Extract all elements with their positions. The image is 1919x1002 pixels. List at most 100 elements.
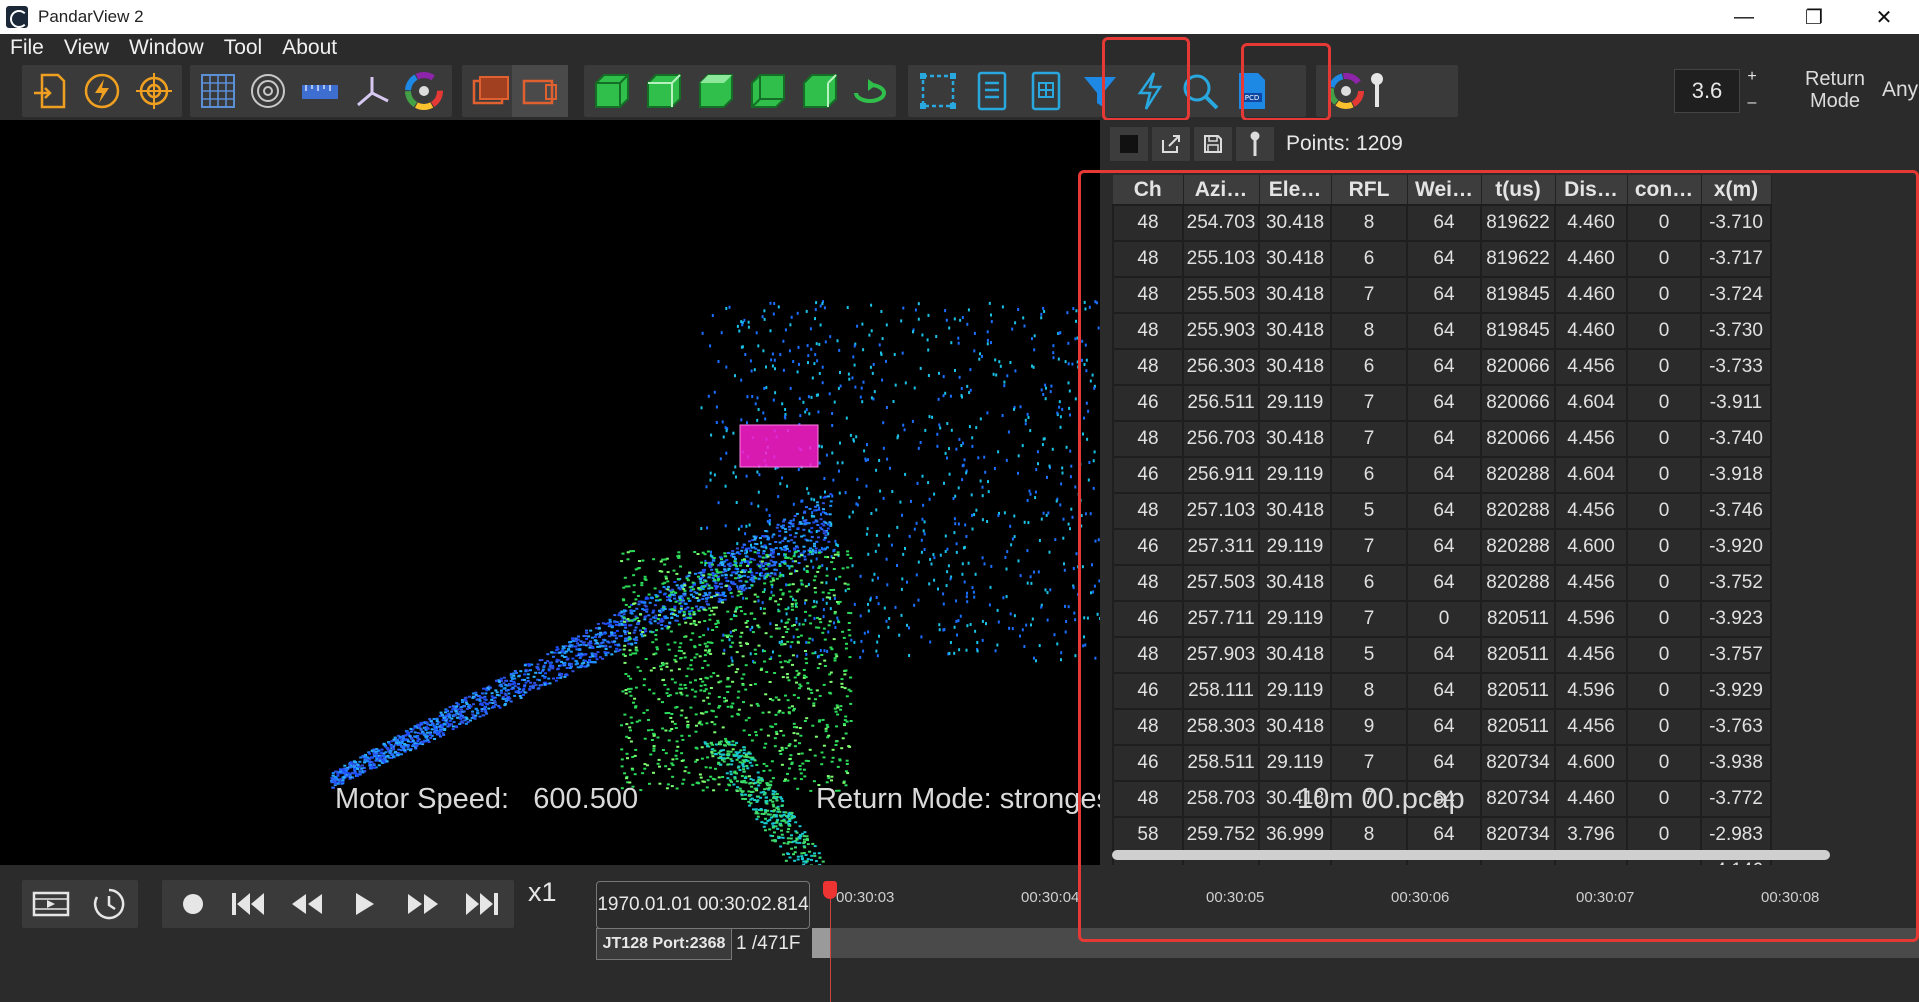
motor-speed-overlay: Motor Speed: 600.500 [335,783,638,816]
film-icon [32,891,70,917]
export-button[interactable] [1152,127,1190,161]
clock-button[interactable] [82,880,136,928]
export-icon [1162,135,1180,153]
rewind-icon [292,894,322,914]
tick-label: 00:30:03 [836,889,895,906]
points-count: Points: 1209 [1286,132,1403,155]
record-icon [183,894,203,914]
point-size-icon [1371,73,1383,107]
rotate-button[interactable] [842,65,898,117]
toolbar-group-view [190,65,452,117]
window-controls: — ❐ ✕ [1709,0,1919,34]
playhead-line [830,887,831,1002]
port-selector[interactable]: JT128 Port:2368 [596,928,732,960]
app-logo-icon [6,6,28,28]
motor-speed-label: Motor Speed: [335,783,510,815]
save-button[interactable] [1194,127,1232,161]
table-document-icon [1031,71,1061,111]
point-cloud-viewport[interactable]: Motor Speed: 600.500 Return Mode: strong… [0,120,1100,865]
frame-single-button[interactable] [512,65,568,117]
playhead-handle[interactable] [823,881,837,899]
target-button[interactable] [126,65,182,117]
frame-stack-button[interactable] [462,65,518,117]
play-button[interactable] [338,880,392,928]
rings-button[interactable] [240,65,296,117]
point-size-decrement[interactable]: – [1742,92,1762,114]
frame-counter: 1 /471F [736,933,801,954]
open-file-button[interactable] [24,65,80,117]
lightning-button[interactable] [74,65,130,117]
view-iso-button[interactable] [792,65,848,117]
return-mode-label: Return Mode [1800,68,1870,112]
color-wheel-button[interactable] [396,65,452,117]
toolbar-group-file [22,65,182,117]
view-front-button[interactable] [584,65,640,117]
title-bar: PandarView 2 — ❐ ✕ [0,0,1919,34]
fast-forward-icon [408,894,438,914]
open-file-icon [34,73,66,109]
toolbar-group-point [1316,65,1458,117]
cube-iso-icon [803,74,837,108]
app-window: PandarView 2 — ❐ ✕ File View Window Tool… [0,0,1919,1002]
menu-view[interactable]: View [54,34,119,62]
concentric-rings-icon [251,74,285,108]
menu-about[interactable]: About [272,34,347,62]
point-size-input[interactable]: 3.6 [1674,69,1740,113]
view-top-button[interactable] [688,65,744,117]
table-view-button[interactable] [1018,65,1074,117]
window-title: PandarView 2 [38,7,144,26]
fast-forward-button[interactable] [396,880,450,928]
record-button[interactable] [166,880,220,928]
pin-icon [1250,131,1260,156]
frame-single-icon [522,79,557,105]
skip-end-icon [466,893,498,915]
playback-speed[interactable]: x1 [528,877,557,908]
point-size-increment[interactable]: + [1742,66,1762,88]
skip-end-button[interactable] [454,880,508,928]
toolbar-group-camera [584,65,896,117]
close-button[interactable]: ✕ [1849,0,1919,34]
grid-icon [201,74,235,108]
clock-icon [93,888,125,920]
view-back-button[interactable] [740,65,796,117]
main-toolbar: PCD 3.6 + – Return Mode Any [0,37,1919,121]
pin-button[interactable] [1236,127,1274,161]
ruler-button[interactable] [292,65,348,117]
view-side-button[interactable] [636,65,692,117]
toolbar-group-frames [462,65,568,117]
menu-file[interactable]: File [0,34,54,62]
minimize-button[interactable]: — [1709,0,1779,34]
ruler-icon [302,85,338,99]
return-mode-select[interactable]: Any [1882,78,1918,102]
clear-selection-button[interactable] [1110,127,1148,161]
axes-button[interactable] [344,65,400,117]
menu-bar: File View Window Tool About [0,34,1919,62]
timestamp-display: 1970.01.01 00:30:02.814 [596,881,810,929]
point-list-button[interactable] [964,65,1020,117]
menu-tool[interactable]: Tool [214,34,273,62]
tick-label: 00:30:04 [1021,889,1080,906]
highlight-table-view [1241,43,1331,121]
film-button[interactable] [24,880,78,928]
point-size-icon-holder [1362,65,1392,117]
motor-speed-value: 600.500 [533,783,639,815]
highlight-select-region [1102,37,1190,121]
rewind-button[interactable] [280,880,334,928]
menu-window[interactable]: Window [119,34,214,62]
select-region-button[interactable] [910,65,966,117]
panel-toolbar: Points: 1209 [1110,126,1403,162]
skip-start-button[interactable] [222,880,276,928]
return-mode-label-line2: Mode [1809,90,1861,112]
save-icon [1204,135,1222,153]
target-icon [136,73,172,109]
grid-button[interactable] [190,65,246,117]
lightning-circle-icon [84,73,120,109]
skip-start-icon [232,893,264,915]
return-mode-overlay: Return Mode: strongest [816,783,1100,815]
play-icon [356,893,374,915]
point-cloud-canvas [330,300,1100,865]
maximize-button[interactable]: ❐ [1779,0,1849,34]
rotate-icon [854,79,886,103]
axes-icon [357,77,389,107]
color-wheel-icon [405,72,443,110]
